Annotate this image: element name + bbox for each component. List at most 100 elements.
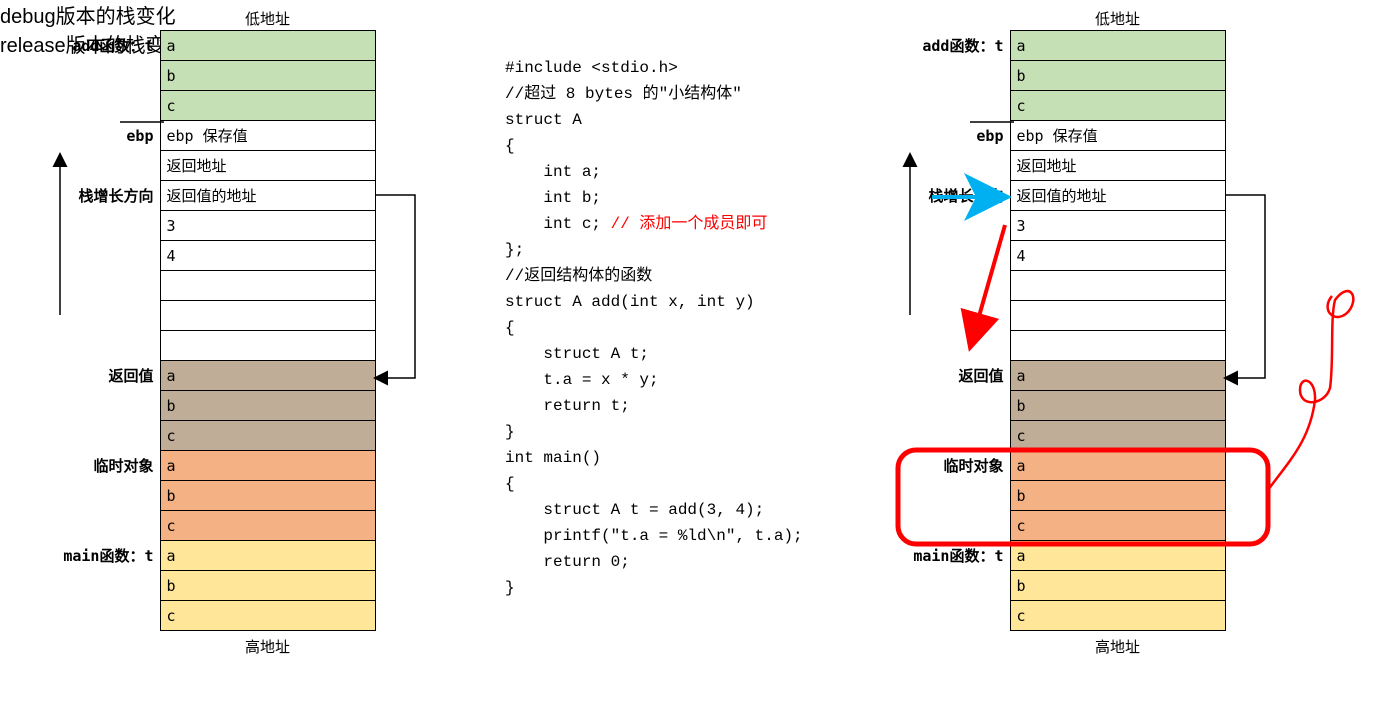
left-cell-10 xyxy=(160,331,375,361)
right-cell-6: 3 xyxy=(1010,211,1225,241)
right-cell-13: c xyxy=(1010,421,1225,451)
code-line-8: //返回结构体的函数 xyxy=(505,263,803,289)
right-stack-table: add函数：tabcebpebp 保存值返回地址栈增长方向返回值的地址34返回值… xyxy=(890,30,1226,631)
left-label-1 xyxy=(40,61,160,91)
left-cell-5: 返回值的地址 xyxy=(160,181,375,211)
right-cell-11: a xyxy=(1010,361,1225,391)
code-line-0: #include <stdio.h> xyxy=(505,55,803,81)
left-cell-6: 3 xyxy=(160,211,375,241)
right-cell-4: 返回地址 xyxy=(1010,151,1225,181)
code-line-14: } xyxy=(505,419,803,445)
right-cell-2: c xyxy=(1010,91,1225,121)
left-label-14: 临时对象 xyxy=(40,451,160,481)
right-label-10 xyxy=(890,331,1010,361)
right-label-1 xyxy=(890,61,1010,91)
code-line-11: struct A t; xyxy=(505,341,803,367)
left-cell-17: a xyxy=(160,541,375,571)
code-block: #include <stdio.h>//超过 8 bytes 的"小结构体"st… xyxy=(505,55,803,601)
right-label-2 xyxy=(890,91,1010,121)
left-cell-18: b xyxy=(160,571,375,601)
left-cell-15: b xyxy=(160,481,375,511)
left-label-15 xyxy=(40,481,160,511)
code-line-17: struct A t = add(3, 4); xyxy=(505,497,803,523)
right-label-13 xyxy=(890,421,1010,451)
left-high-addr: 高地址 xyxy=(160,636,375,657)
right-cell-14: a xyxy=(1010,451,1225,481)
right-return-pointer-icon xyxy=(1226,195,1265,378)
right-label-18 xyxy=(890,571,1010,601)
right-label-8 xyxy=(890,271,1010,301)
right-label-19 xyxy=(890,601,1010,631)
code-line-4: int a; xyxy=(505,159,803,185)
left-label-9 xyxy=(40,301,160,331)
left-stack-table: add函数：tabcebpebp 保存值返回地址栈增长方向返回值的地址34返回值… xyxy=(40,30,376,631)
code-line-16: { xyxy=(505,471,803,497)
right-cell-1: b xyxy=(1010,61,1225,91)
right-label-0: add函数：t xyxy=(890,31,1010,61)
right-cell-3: ebp 保存值 xyxy=(1010,121,1225,151)
right-label-11: 返回值 xyxy=(890,361,1010,391)
right-label-17: main函数：t xyxy=(890,541,1010,571)
right-cell-0: a xyxy=(1010,31,1225,61)
left-label-4 xyxy=(40,151,160,181)
right-label-15 xyxy=(890,481,1010,511)
left-label-0: add函数：t xyxy=(40,31,160,61)
left-cell-0: a xyxy=(160,31,375,61)
right-label-16 xyxy=(890,511,1010,541)
left-label-17: main函数：t xyxy=(40,541,160,571)
left-cell-16: c xyxy=(160,511,375,541)
left-label-7 xyxy=(40,241,160,271)
right-label-14: 临时对象 xyxy=(890,451,1010,481)
code-line-1: //超过 8 bytes 的"小结构体" xyxy=(505,81,803,107)
right-cell-5: 返回值的地址 xyxy=(1010,181,1225,211)
left-cell-9 xyxy=(160,301,375,331)
right-cell-10 xyxy=(1010,331,1225,361)
code-line-6-comment: // 添加一个成员即可 xyxy=(611,215,768,233)
diagram-container: 低地址 add函数：tabcebpebp 保存值返回地址栈增长方向返回值的地址3… xyxy=(0,0,1383,707)
left-label-13 xyxy=(40,421,160,451)
left-cell-14: a xyxy=(160,451,375,481)
right-high-addr: 高地址 xyxy=(1010,636,1225,657)
code-line-3: { xyxy=(505,133,803,159)
right-cell-17: a xyxy=(1010,541,1225,571)
left-label-16 xyxy=(40,511,160,541)
left-cell-4: 返回地址 xyxy=(160,151,375,181)
left-label-3: ebp xyxy=(40,121,160,151)
right-cell-9 xyxy=(1010,301,1225,331)
code-line-9: struct A add(int x, int y) xyxy=(505,289,803,315)
left-label-2 xyxy=(40,91,160,121)
right-cell-8 xyxy=(1010,271,1225,301)
code-line-10: { xyxy=(505,315,803,341)
right-cell-19: c xyxy=(1010,601,1225,631)
code-line-18: printf("t.a = %ld\n", t.a); xyxy=(505,523,803,549)
left-label-10 xyxy=(40,331,160,361)
left-cell-2: c xyxy=(160,91,375,121)
left-label-19 xyxy=(40,601,160,631)
left-low-addr: 低地址 xyxy=(160,8,375,29)
right-cell-12: b xyxy=(1010,391,1225,421)
right-label-9 xyxy=(890,301,1010,331)
code-line-12: t.a = x * y; xyxy=(505,367,803,393)
left-return-pointer-icon xyxy=(376,195,415,378)
left-label-5: 栈增长方向 xyxy=(40,181,160,211)
code-line-19: return 0; xyxy=(505,549,803,575)
right-cell-15: b xyxy=(1010,481,1225,511)
right-label-4 xyxy=(890,151,1010,181)
left-cell-3: ebp 保存值 xyxy=(160,121,375,151)
right-label-7 xyxy=(890,241,1010,271)
red-scribble-icon xyxy=(1268,291,1353,490)
code-line-5: int b; xyxy=(505,185,803,211)
right-label-6 xyxy=(890,211,1010,241)
left-cell-13: c xyxy=(160,421,375,451)
code-line-6: int c; // 添加一个成员即可 xyxy=(505,211,803,237)
left-cell-8 xyxy=(160,271,375,301)
left-cell-19: c xyxy=(160,601,375,631)
code-line-13: return t; xyxy=(505,393,803,419)
code-line-15: int main() xyxy=(505,445,803,471)
code-line-20: } xyxy=(505,575,803,601)
left-label-18 xyxy=(40,571,160,601)
right-label-12 xyxy=(890,391,1010,421)
code-line-2: struct A xyxy=(505,107,803,133)
right-label-3: ebp xyxy=(890,121,1010,151)
left-label-8 xyxy=(40,271,160,301)
